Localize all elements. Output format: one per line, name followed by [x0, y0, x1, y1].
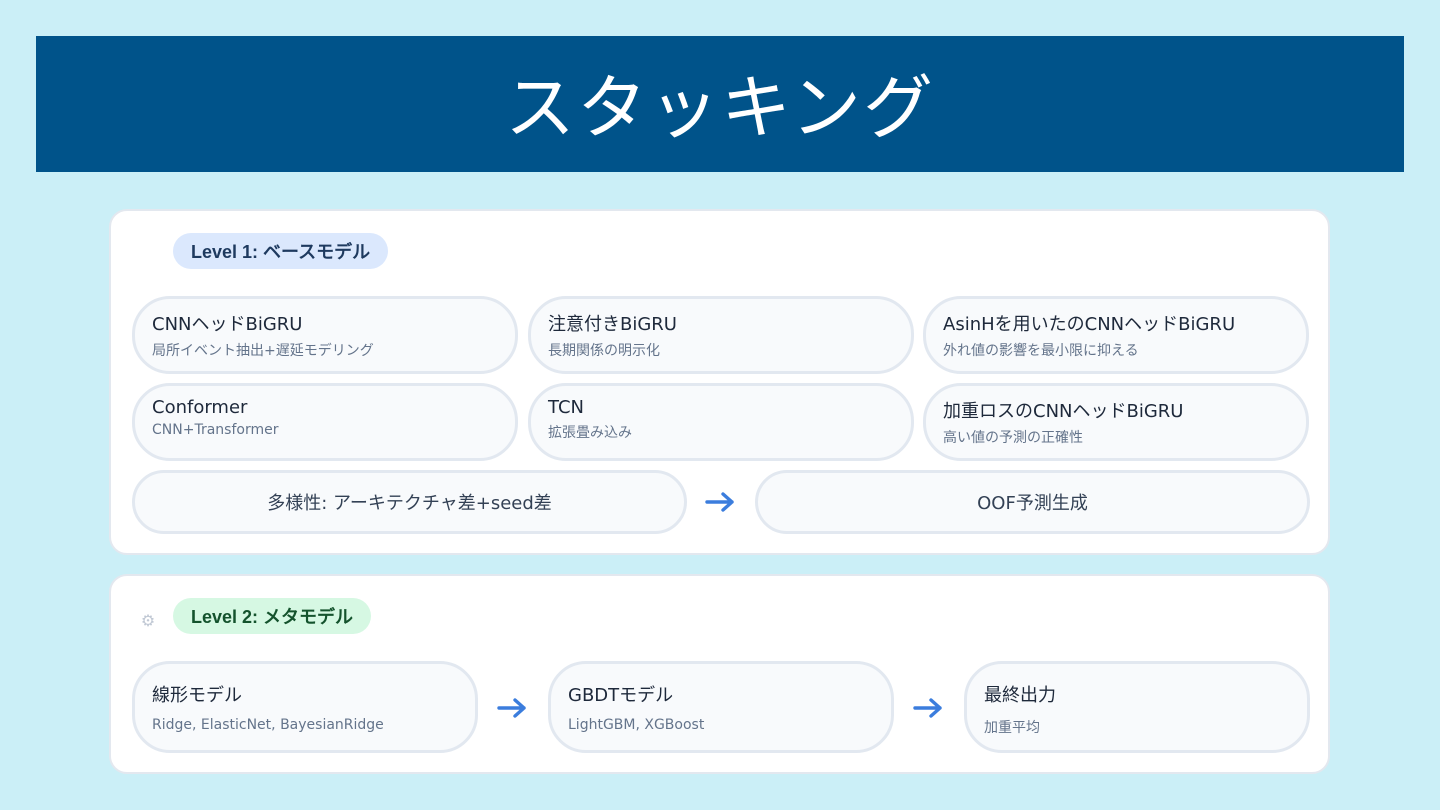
- page-title: スタッキング: [505, 66, 935, 149]
- model-desc: 拡張畳み込み: [548, 425, 632, 441]
- step-name: 最終出力: [984, 685, 1056, 706]
- arrow-right-icon: [705, 492, 734, 512]
- level1-badge: Level 1: ベースモデル: [173, 233, 389, 269]
- oof-box: OOF予測生成: [755, 470, 1310, 534]
- model-card-conformer: Conformer CNN+Transformer: [132, 383, 518, 461]
- step-desc: Ridge, ElasticNet, BayesianRidge: [152, 717, 384, 733]
- model-card-cnn-bigru: CNNヘッドBiGRU 局所イベント抽出+遅延モデリング: [132, 296, 518, 374]
- model-name: CNNヘッドBiGRU: [152, 314, 303, 335]
- model-name: 注意付きBiGRU: [548, 314, 677, 335]
- step-name: 線形モデル: [152, 685, 242, 706]
- model-card-attention-bigru: 注意付きBiGRU 長期関係の明示化: [528, 296, 914, 374]
- model-name: 加重ロスのCNNヘッドBiGRU: [943, 401, 1184, 422]
- model-card-weighted-loss-bigru: 加重ロスのCNNヘッドBiGRU 高い値の予測の正確性: [923, 383, 1309, 461]
- arrow-right-icon: [913, 698, 942, 718]
- model-card-tcn: TCN 拡張畳み込み: [528, 383, 914, 461]
- step-card-final-output: 最終出力 加重平均: [964, 661, 1310, 753]
- level2-badge: Level 2: メタモデル: [173, 598, 372, 634]
- model-name: TCN: [548, 397, 584, 418]
- diversity-box: 多様性: アーキテクチャ差+seed差: [132, 470, 687, 534]
- model-name: Conformer: [152, 397, 248, 418]
- model-desc: 高い値の予測の正確性: [943, 430, 1083, 446]
- gear-icon: ⚙: [140, 611, 156, 630]
- step-card-gbdt: GBDTモデル LightGBM, XGBoost: [548, 661, 894, 753]
- model-card-asinh-cnn-bigru: AsinHを用いたのCNNヘッドBiGRU 外れ値の影響を最小限に抑える: [923, 296, 1309, 374]
- model-desc: 局所イベント抽出+遅延モデリング: [152, 343, 374, 359]
- step-name: GBDTモデル: [568, 685, 674, 706]
- level1-panel: Level 1: ベースモデル CNNヘッドBiGRU 局所イベント抽出+遅延モ…: [109, 209, 1330, 555]
- model-desc: 長期関係の明示化: [548, 343, 660, 359]
- model-desc: 外れ値の影響を最小限に抑える: [943, 343, 1139, 359]
- title-banner: スタッキング: [36, 36, 1404, 172]
- model-desc: CNN+Transformer: [152, 422, 279, 438]
- step-desc: 加重平均: [984, 720, 1040, 736]
- model-name: AsinHを用いたのCNNヘッドBiGRU: [943, 314, 1236, 335]
- level2-panel: ⚙ Level 2: メタモデル 線形モデル Ridge, ElasticNet…: [109, 574, 1330, 774]
- step-desc: LightGBM, XGBoost: [568, 717, 705, 733]
- arrow-right-icon: [497, 698, 526, 718]
- step-card-linear: 線形モデル Ridge, ElasticNet, BayesianRidge: [132, 661, 478, 753]
